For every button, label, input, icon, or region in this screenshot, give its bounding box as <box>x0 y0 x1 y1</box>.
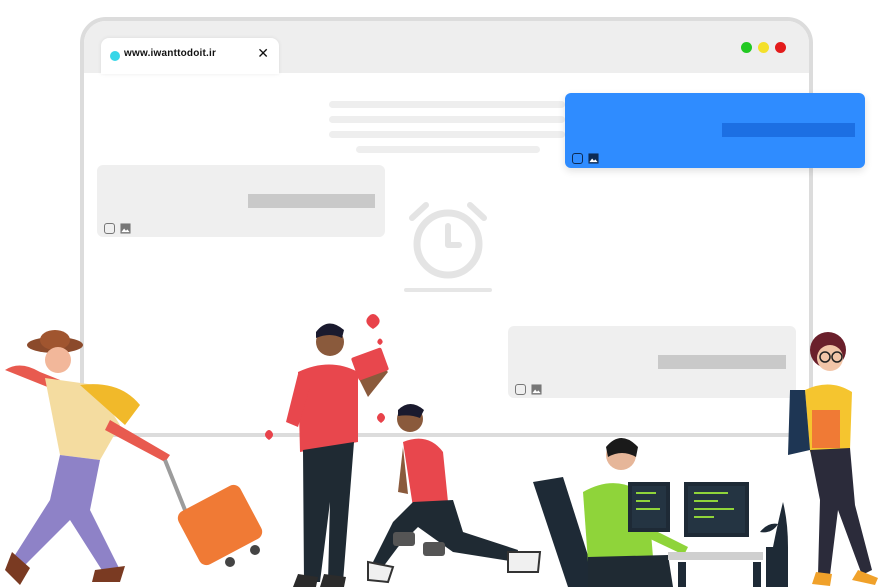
phone-call-illustration <box>788 332 878 586</box>
clock-shadow <box>404 288 492 292</box>
message-card[interactable] <box>508 326 796 398</box>
message-placeholder-bar <box>248 194 375 208</box>
exercise-illustration <box>367 404 542 584</box>
window-maximize-button[interactable] <box>741 42 752 53</box>
developer-illustration <box>533 438 788 587</box>
image-icon <box>588 153 599 164</box>
message-placeholder-bar <box>658 355 786 369</box>
browser-titlebar: www.iwanttodoit.ir ✕ <box>84 21 809 74</box>
tab-close-button[interactable]: ✕ <box>257 45 269 61</box>
message-card-highlighted[interactable] <box>565 93 865 168</box>
checkbox-icon[interactable] <box>572 153 583 164</box>
placeholder-line <box>329 116 565 123</box>
image-icon <box>531 384 542 395</box>
traveler-illustration <box>5 330 263 585</box>
placeholder-line <box>329 101 565 108</box>
browser-tab[interactable]: www.iwanttodoit.ir ✕ <box>101 38 279 74</box>
window-close-button[interactable] <box>775 42 786 53</box>
message-card[interactable] <box>97 165 385 237</box>
alarm-clock-icon <box>409 202 487 279</box>
placeholder-line <box>329 131 565 138</box>
window-minimize-button[interactable] <box>758 42 769 53</box>
checkbox-icon[interactable] <box>515 384 526 395</box>
message-placeholder-bar <box>722 123 855 137</box>
placeholder-line <box>356 146 540 153</box>
checkbox-icon[interactable] <box>104 223 115 234</box>
image-icon <box>120 223 131 234</box>
favicon-icon <box>110 51 120 61</box>
tab-url: www.iwanttodoit.ir <box>124 48 217 59</box>
